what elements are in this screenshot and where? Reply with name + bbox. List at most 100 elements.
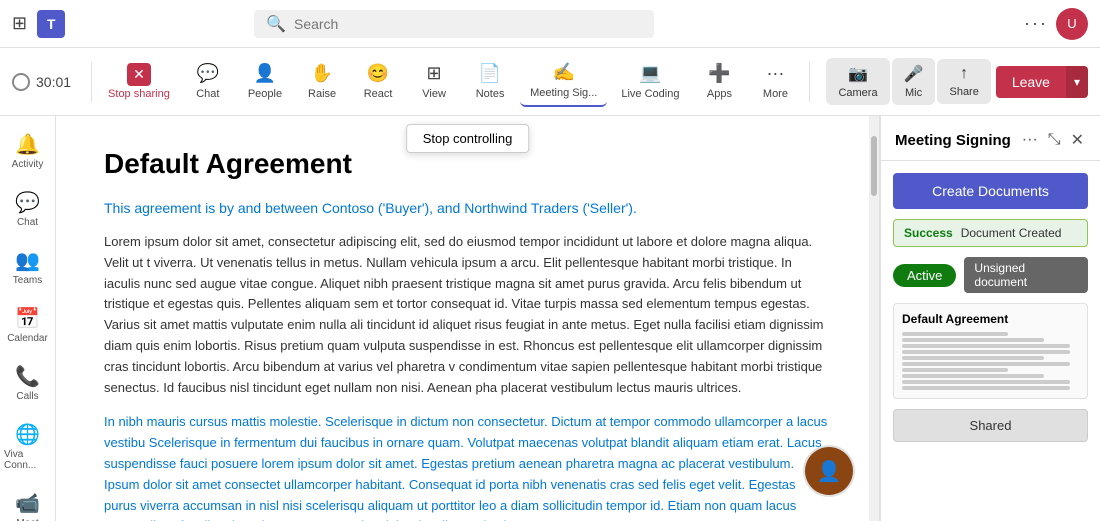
- view-label: View: [422, 88, 446, 100]
- document-area: Stop controlling Default Agreement This …: [56, 116, 880, 521]
- preview-lines: [902, 332, 1079, 390]
- sidebar-item-chat[interactable]: 💬 Chat: [0, 182, 55, 236]
- scroll-bar[interactable]: [869, 116, 879, 521]
- more-label: More: [763, 88, 788, 100]
- apps-label: Apps: [707, 88, 732, 100]
- user-avatar[interactable]: U: [1056, 8, 1088, 40]
- stop-sharing-icon: ✕: [127, 63, 151, 86]
- sidebar-item-teams[interactable]: 👥 Teams: [0, 240, 55, 294]
- apps-button[interactable]: ➕ Apps: [693, 57, 745, 106]
- view-icon: ⊞: [427, 63, 442, 84]
- more-icon: ···: [766, 63, 784, 84]
- live-coding-label: Live Coding: [621, 88, 679, 100]
- mic-label: Mic: [905, 87, 922, 99]
- react-label: React: [364, 88, 393, 100]
- panel-expand-button[interactable]: ⤡: [1046, 129, 1063, 151]
- teams-icon: 👥: [15, 248, 40, 273]
- preview-line-7: [902, 368, 1008, 372]
- app-grid-icon[interactable]: ⊞: [12, 13, 27, 34]
- viva-icon: 🌐: [15, 422, 40, 447]
- panel-header: Meeting Signing ··· ⤡ ✕: [881, 116, 1100, 161]
- people-button[interactable]: 👤 People: [238, 57, 292, 106]
- preview-line-9: [902, 380, 1070, 384]
- meeting-sig-button[interactable]: ✍️ Meeting Sig...: [520, 56, 607, 107]
- preview-line-6: [902, 362, 1070, 366]
- left-sidebar: 🔔 Activity 💬 Chat 👥 Teams 📅 Calendar 📞 C…: [0, 116, 56, 521]
- success-bar: Success Document Created: [893, 219, 1088, 247]
- document-scroll[interactable]: Default Agreement This agreement is by a…: [56, 116, 879, 521]
- calendar-icon: 📅: [15, 306, 40, 331]
- more-options-button[interactable]: ···: [1024, 13, 1048, 34]
- document-body: Lorem ipsum dolor sit amet, consectetur …: [104, 232, 831, 521]
- more-button[interactable]: ··· More: [749, 57, 801, 106]
- raise-label: Raise: [308, 88, 336, 100]
- react-button[interactable]: 😊 React: [352, 57, 404, 106]
- notes-icon: 📄: [479, 63, 501, 84]
- chat-button[interactable]: 💬 Chat: [182, 57, 234, 106]
- notes-button[interactable]: 📄 Notes: [464, 57, 516, 106]
- leave-button-wrap: Leave ▾: [996, 66, 1088, 98]
- document-subtitle: This agreement is by and between Contoso…: [104, 200, 831, 216]
- search-bar[interactable]: 🔍: [254, 10, 654, 38]
- stop-sharing-label: Stop sharing: [108, 88, 170, 100]
- preview-line-8: [902, 374, 1044, 378]
- sidebar-item-viva[interactable]: 🌐 Viva Conn...: [0, 414, 55, 479]
- preview-line-10: [902, 386, 1070, 390]
- share-icon: ↑: [960, 65, 968, 83]
- apps-icon: ➕: [708, 63, 730, 84]
- share-label: Share: [949, 86, 978, 98]
- calendar-label: Calendar: [7, 333, 48, 344]
- stop-sharing-button[interactable]: ✕ Stop sharing: [100, 57, 178, 106]
- live-coding-button[interactable]: 💻 Live Coding: [611, 57, 689, 106]
- meeting-sig-label: Meeting Sig...: [530, 87, 597, 99]
- share-button[interactable]: ↑ Share: [937, 59, 990, 104]
- success-text: Document Created: [961, 226, 1062, 240]
- raise-button[interactable]: ✋ Raise: [296, 57, 348, 106]
- react-icon: 😊: [367, 63, 389, 84]
- active-badge: Active: [893, 264, 956, 287]
- mic-button[interactable]: 🎤 Mic: [892, 58, 936, 105]
- activity-icon: 🔔: [15, 132, 40, 157]
- leave-button[interactable]: Leave: [996, 66, 1066, 98]
- leave-chevron-button[interactable]: ▾: [1066, 66, 1088, 98]
- chat-sidebar-label: Chat: [17, 217, 38, 228]
- presenter-avatar: 👤: [803, 445, 855, 497]
- success-label: Success: [904, 226, 953, 240]
- search-input[interactable]: [294, 16, 642, 32]
- toolbar-divider-1: [91, 62, 92, 102]
- preview-line-4: [902, 350, 1070, 354]
- preview-line-2: [902, 338, 1044, 342]
- timer-value: 30:01: [36, 74, 71, 90]
- right-panel: Meeting Signing ··· ⤡ ✕ Create Documents…: [880, 116, 1100, 521]
- camera-button[interactable]: 📷 Camera: [826, 58, 889, 105]
- preview-title: Default Agreement: [902, 312, 1079, 326]
- sidebar-item-calls[interactable]: 📞 Calls: [0, 356, 55, 410]
- sidebar-item-meet[interactable]: 📹 Meet: [0, 483, 55, 521]
- sidebar-item-calendar[interactable]: 📅 Calendar: [0, 298, 55, 352]
- panel-more-button[interactable]: ···: [1020, 129, 1040, 151]
- preview-line-3: [902, 344, 1070, 348]
- sidebar-item-activity[interactable]: 🔔 Activity: [0, 124, 55, 178]
- avatar-image: 👤: [805, 447, 853, 495]
- main-area: 🔔 Activity 💬 Chat 👥 Teams 📅 Calendar 📞 C…: [0, 116, 1100, 521]
- search-icon: 🔍: [266, 14, 286, 34]
- view-button[interactable]: ⊞ View: [408, 57, 460, 106]
- panel-icons: ··· ⤡ ✕: [1020, 128, 1086, 152]
- doc-status-row: Active Unsigned document: [893, 257, 1088, 293]
- doc-paragraph-2: In nibh mauris cursus mattis molestie. S…: [104, 412, 831, 521]
- panel-close-button[interactable]: ✕: [1069, 128, 1086, 152]
- teams-label: Teams: [13, 275, 42, 286]
- timer: 30:01: [12, 73, 71, 91]
- viva-label: Viva Conn...: [4, 449, 51, 471]
- scroll-thumb: [871, 136, 877, 196]
- preview-line-1: [902, 332, 1008, 336]
- stop-controlling-bar[interactable]: Stop controlling: [406, 124, 530, 153]
- create-documents-button[interactable]: Create Documents: [893, 173, 1088, 209]
- shared-button[interactable]: Shared: [893, 409, 1088, 442]
- doc-preview-card: Default Agreement: [893, 303, 1088, 399]
- teams-logo: T: [37, 10, 65, 38]
- meet-icon: 📹: [15, 491, 40, 516]
- toolbar: 30:01 ✕ Stop sharing 💬 Chat 👤 People ✋ R…: [0, 48, 1100, 116]
- camera-label: Camera: [838, 87, 877, 99]
- timer-icon: [12, 73, 30, 91]
